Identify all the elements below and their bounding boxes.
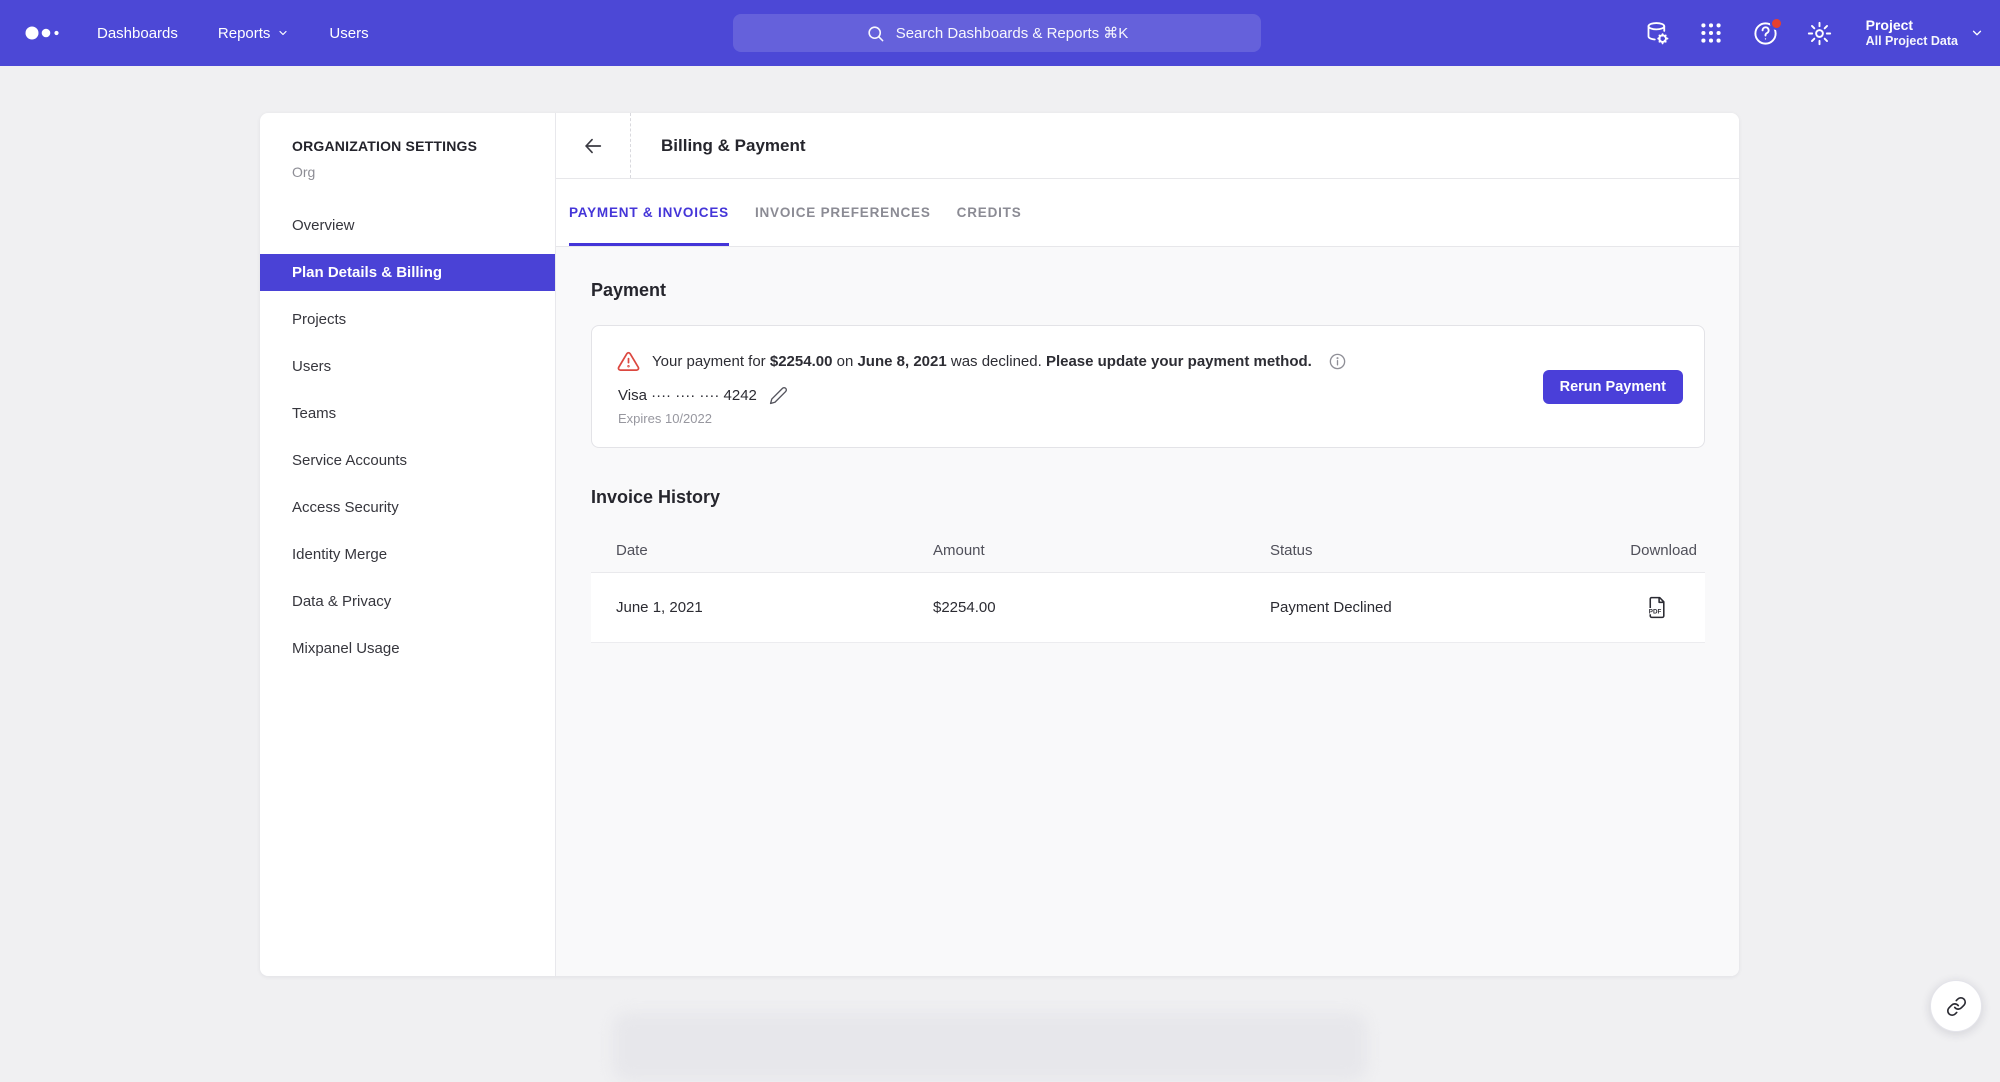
- column-header-amount: Amount: [933, 542, 1270, 559]
- sidebar-item-identity-merge[interactable]: Identity Merge: [260, 536, 555, 573]
- sidebar-item-users[interactable]: Users: [260, 348, 555, 385]
- card-expiry: Expires 10/2022: [617, 411, 1679, 426]
- sidebar-item-mixpanel-usage[interactable]: Mixpanel Usage: [260, 630, 555, 667]
- nav-right: Project All Project Data: [1644, 0, 2000, 66]
- org-settings-sidebar: ORGANIZATION SETTINGS Org Overview Plan …: [260, 113, 556, 976]
- chevron-down-icon: [1970, 26, 1984, 40]
- apps-grid-icon[interactable]: [1698, 20, 1725, 47]
- project-texts: Project All Project Data: [1866, 17, 1958, 49]
- search-input[interactable]: Search Dashboards & Reports ⌘K: [733, 14, 1261, 52]
- sidebar-heading: ORGANIZATION SETTINGS: [260, 138, 555, 154]
- invoice-table-header: Date Amount Status Download: [591, 529, 1705, 573]
- sidebar-item-teams[interactable]: Teams: [260, 395, 555, 432]
- nav-left: Dashboards Reports Users: [0, 19, 409, 47]
- search-icon: [866, 24, 885, 43]
- alert-text: Your payment for $2254.00 on June 8, 202…: [652, 353, 1312, 370]
- project-switcher[interactable]: Project All Project Data: [1866, 17, 1984, 49]
- nav-item-users[interactable]: Users: [329, 25, 368, 42]
- payment-section-title: Payment: [591, 280, 1705, 301]
- help-icon[interactable]: [1752, 20, 1779, 47]
- tab-invoice-preferences[interactable]: INVOICE PREFERENCES: [755, 179, 931, 246]
- rerun-payment-button[interactable]: Rerun Payment: [1543, 370, 1683, 404]
- tab-payment-invoices[interactable]: PAYMENT & INVOICES: [569, 179, 729, 246]
- top-navbar: Dashboards Reports Users Search Dashboar…: [0, 0, 2000, 66]
- arrow-left-icon: [582, 135, 604, 157]
- sidebar-list: Overview Plan Details & Billing Projects…: [260, 207, 555, 667]
- data-management-icon[interactable]: [1644, 20, 1671, 47]
- invoice-date: June 1, 2021: [591, 599, 933, 616]
- chevron-down-icon: [277, 27, 289, 39]
- project-label: Project: [1866, 17, 1958, 34]
- sidebar-item-service-accounts[interactable]: Service Accounts: [260, 442, 555, 479]
- payment-invoices-content: Payment Your payment for $2254.00 on Jun…: [556, 247, 1739, 976]
- column-header-status: Status: [1270, 542, 1620, 559]
- warning-triangle-icon: [617, 350, 640, 373]
- sidebar-item-access-security[interactable]: Access Security: [260, 489, 555, 526]
- nav-item-reports[interactable]: Reports: [218, 25, 290, 42]
- payment-panel: Your payment for $2254.00 on June 8, 202…: [591, 325, 1705, 448]
- column-header-date: Date: [591, 542, 933, 559]
- mixpanel-logo-icon[interactable]: [23, 19, 69, 47]
- settings-gear-icon[interactable]: [1806, 20, 1833, 47]
- page-title: Billing & Payment: [631, 113, 806, 178]
- sidebar-item-plan-details-billing[interactable]: Plan Details & Billing: [260, 254, 555, 291]
- info-icon[interactable]: [1328, 352, 1347, 371]
- settings-workspace: ORGANIZATION SETTINGS Org Overview Plan …: [260, 113, 1739, 976]
- billing-header: Billing & Payment: [556, 113, 1739, 179]
- billing-tabs: PAYMENT & INVOICES INVOICE PREFERENCES C…: [556, 179, 1739, 247]
- tab-credits[interactable]: CREDITS: [957, 179, 1022, 246]
- nav-item-dashboards[interactable]: Dashboards: [97, 25, 178, 42]
- nav-item-users-label: Users: [329, 25, 368, 42]
- column-header-download: Download: [1620, 542, 1705, 559]
- nav-item-dashboards-label: Dashboards: [97, 25, 178, 42]
- invoice-status: Payment Declined: [1270, 599, 1620, 616]
- help-notification-badge: [1770, 17, 1783, 30]
- copy-link-button[interactable]: [1930, 980, 1982, 1032]
- sidebar-item-data-privacy[interactable]: Data & Privacy: [260, 583, 555, 620]
- search-placeholder: Search Dashboards & Reports ⌘K: [896, 24, 1129, 42]
- sidebar-org-name: Org: [260, 164, 555, 180]
- page: Dashboards Reports Users Search Dashboar…: [0, 0, 2000, 1046]
- below-fold-shadow: [612, 1012, 1368, 1082]
- table-row: June 1, 2021 $2254.00 Payment Declined P…: [591, 573, 1705, 643]
- invoice-table: Date Amount Status Download June 1, 2021…: [591, 529, 1705, 643]
- payment-declined-alert: Your payment for $2254.00 on June 8, 202…: [617, 350, 1679, 373]
- invoice-history-title: Invoice History: [591, 487, 1705, 508]
- nav-item-reports-label: Reports: [218, 25, 271, 42]
- edit-pencil-icon[interactable]: [769, 386, 788, 405]
- back-button[interactable]: [556, 113, 631, 178]
- sidebar-item-overview[interactable]: Overview: [260, 207, 555, 244]
- link-icon: [1946, 996, 1967, 1017]
- sidebar-item-projects[interactable]: Projects: [260, 301, 555, 338]
- invoice-amount: $2254.00: [933, 599, 1270, 616]
- svg-text:PDF: PDF: [1649, 608, 1662, 615]
- project-value: All Project Data: [1866, 34, 1958, 49]
- payment-method-row: Visa ···· ···· ···· 4242: [617, 386, 1679, 405]
- pdf-download-icon[interactable]: PDF: [1644, 595, 1669, 620]
- card-number: Visa ···· ···· ···· 4242: [618, 387, 757, 404]
- billing-main: Billing & Payment PAYMENT & INVOICES INV…: [556, 113, 1739, 976]
